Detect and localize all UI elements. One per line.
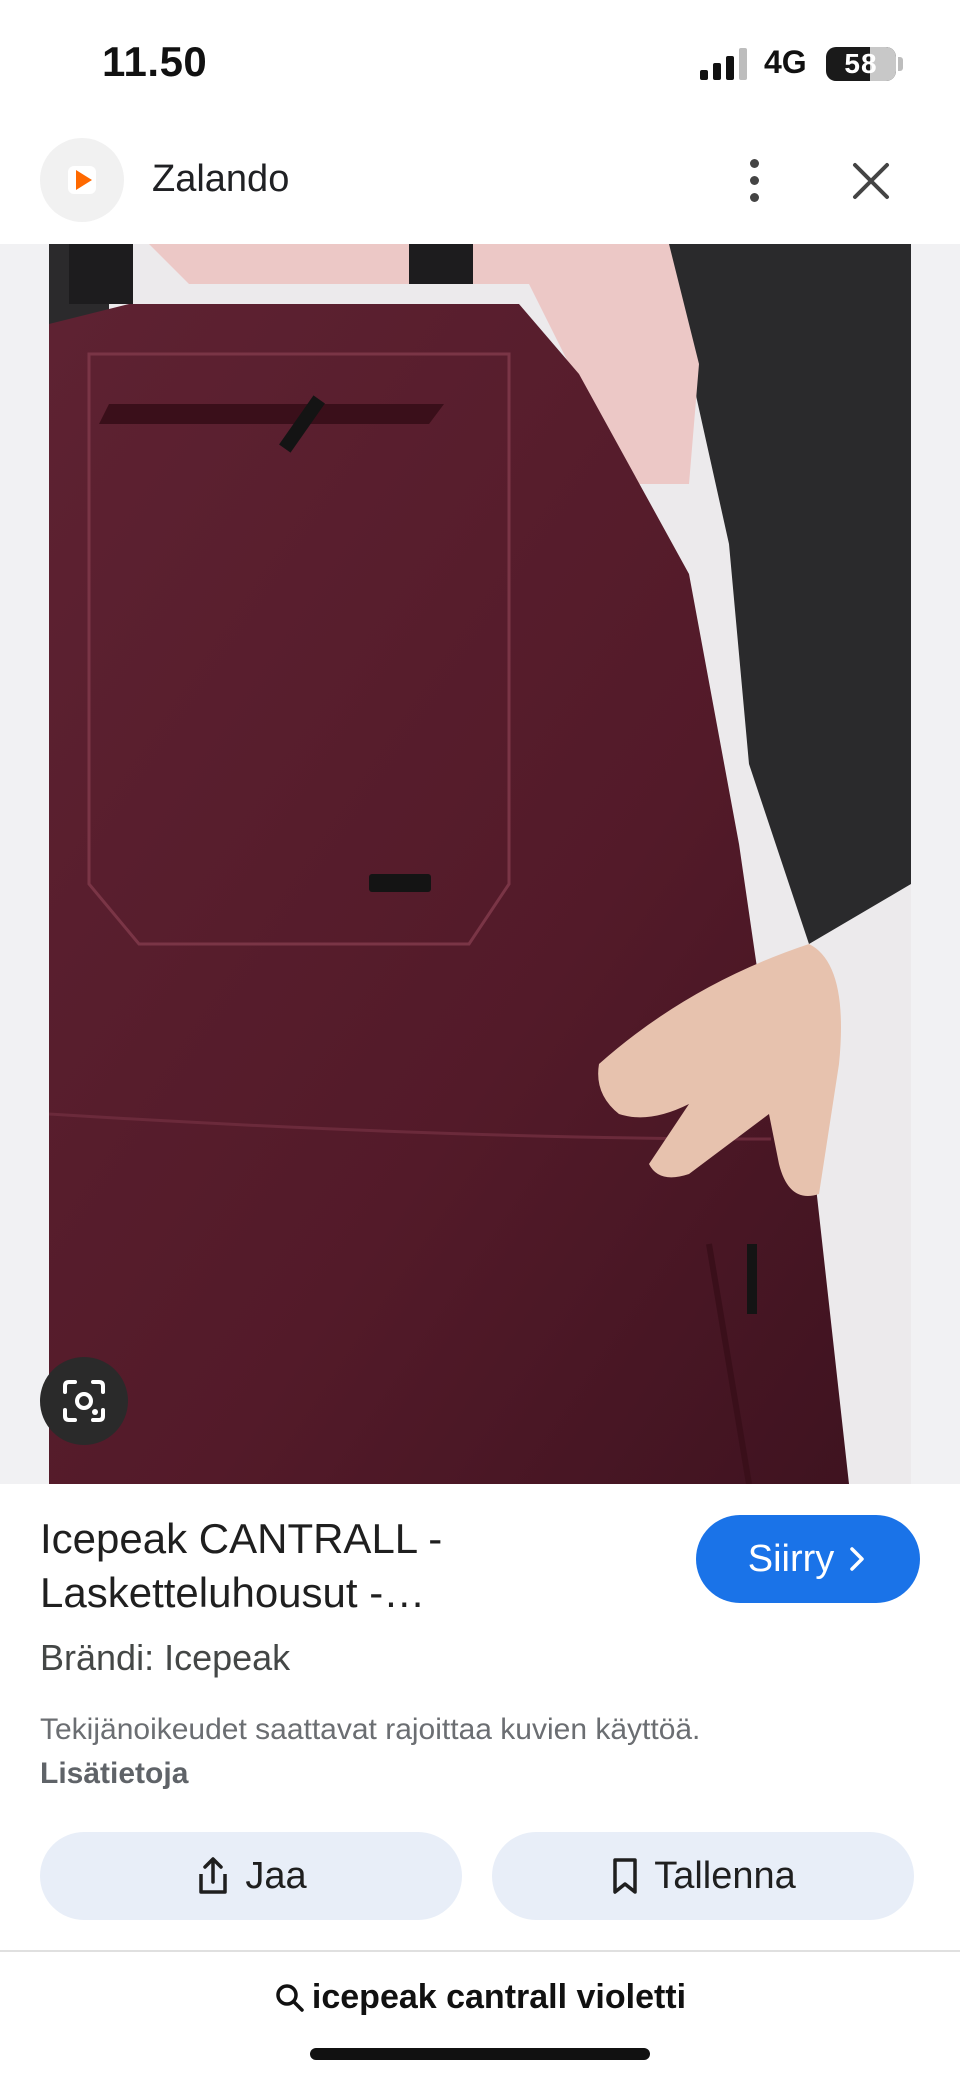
status-bar: 11.50 4G 58 (0, 0, 960, 128)
search-query[interactable]: icepeak cantrall violetti (0, 1978, 960, 2017)
battery-icon: 58 (826, 47, 896, 81)
share-button-label: Jaa (245, 1854, 307, 1897)
bottom-search-bar[interactable]: icepeak cantrall violetti (0, 1952, 960, 2078)
battery-level: 58 (844, 48, 878, 79)
site-name[interactable]: Zalando (152, 158, 289, 201)
save-button-label: Tallenna (654, 1854, 796, 1897)
site-logo[interactable] (40, 138, 124, 222)
share-icon (199, 1857, 228, 1894)
image-area (0, 244, 960, 1484)
site-header: Zalando (0, 128, 960, 244)
home-indicator[interactable] (310, 2048, 650, 2060)
share-button[interactable]: Jaa (40, 1832, 462, 1920)
search-icon (276, 1983, 304, 2012)
product-title-line2: Laskettelu­housut -… (40, 1569, 426, 1616)
signal-icon (700, 48, 747, 80)
more-dot-icon (749, 175, 759, 185)
product-title-line1: Icepeak CANTRALL - (40, 1515, 443, 1562)
copyright-notice: Tekijänoikeudet saattavat rajoittaa kuvi… (40, 1708, 740, 1796)
lens-icon (63, 1380, 105, 1422)
chevron-right-icon (850, 1547, 865, 1571)
brand-label: Brändi: Icepeak (40, 1637, 291, 1678)
zalando-logo-icon (68, 166, 96, 194)
status-time: 11.50 (102, 38, 208, 85)
network-type: 4G (764, 44, 807, 80)
more-options-button[interactable] (730, 150, 778, 210)
visit-button-label: Siirry (747, 1537, 835, 1580)
search-query-text: icepeak cantrall violetti (311, 1978, 687, 2016)
more-dot-icon (749, 158, 759, 168)
visit-button[interactable]: Siirry (696, 1515, 920, 1603)
product-image[interactable] (49, 244, 911, 1484)
bookmark-icon (613, 1858, 637, 1894)
product-photo (49, 244, 911, 1484)
close-icon[interactable] (846, 156, 896, 206)
save-button[interactable]: Tallenna (492, 1832, 914, 1920)
more-info-link[interactable]: Lisätietoja (40, 1757, 188, 1790)
lens-button[interactable] (40, 1357, 128, 1445)
battery-nub (898, 57, 903, 71)
copyright-text: Tekijänoikeudet saattavat rajoittaa kuvi… (40, 1713, 701, 1746)
more-dot-icon (749, 192, 759, 202)
product-title[interactable]: Icepeak CANTRALL - Laskettelu­housut -… (40, 1512, 660, 1620)
